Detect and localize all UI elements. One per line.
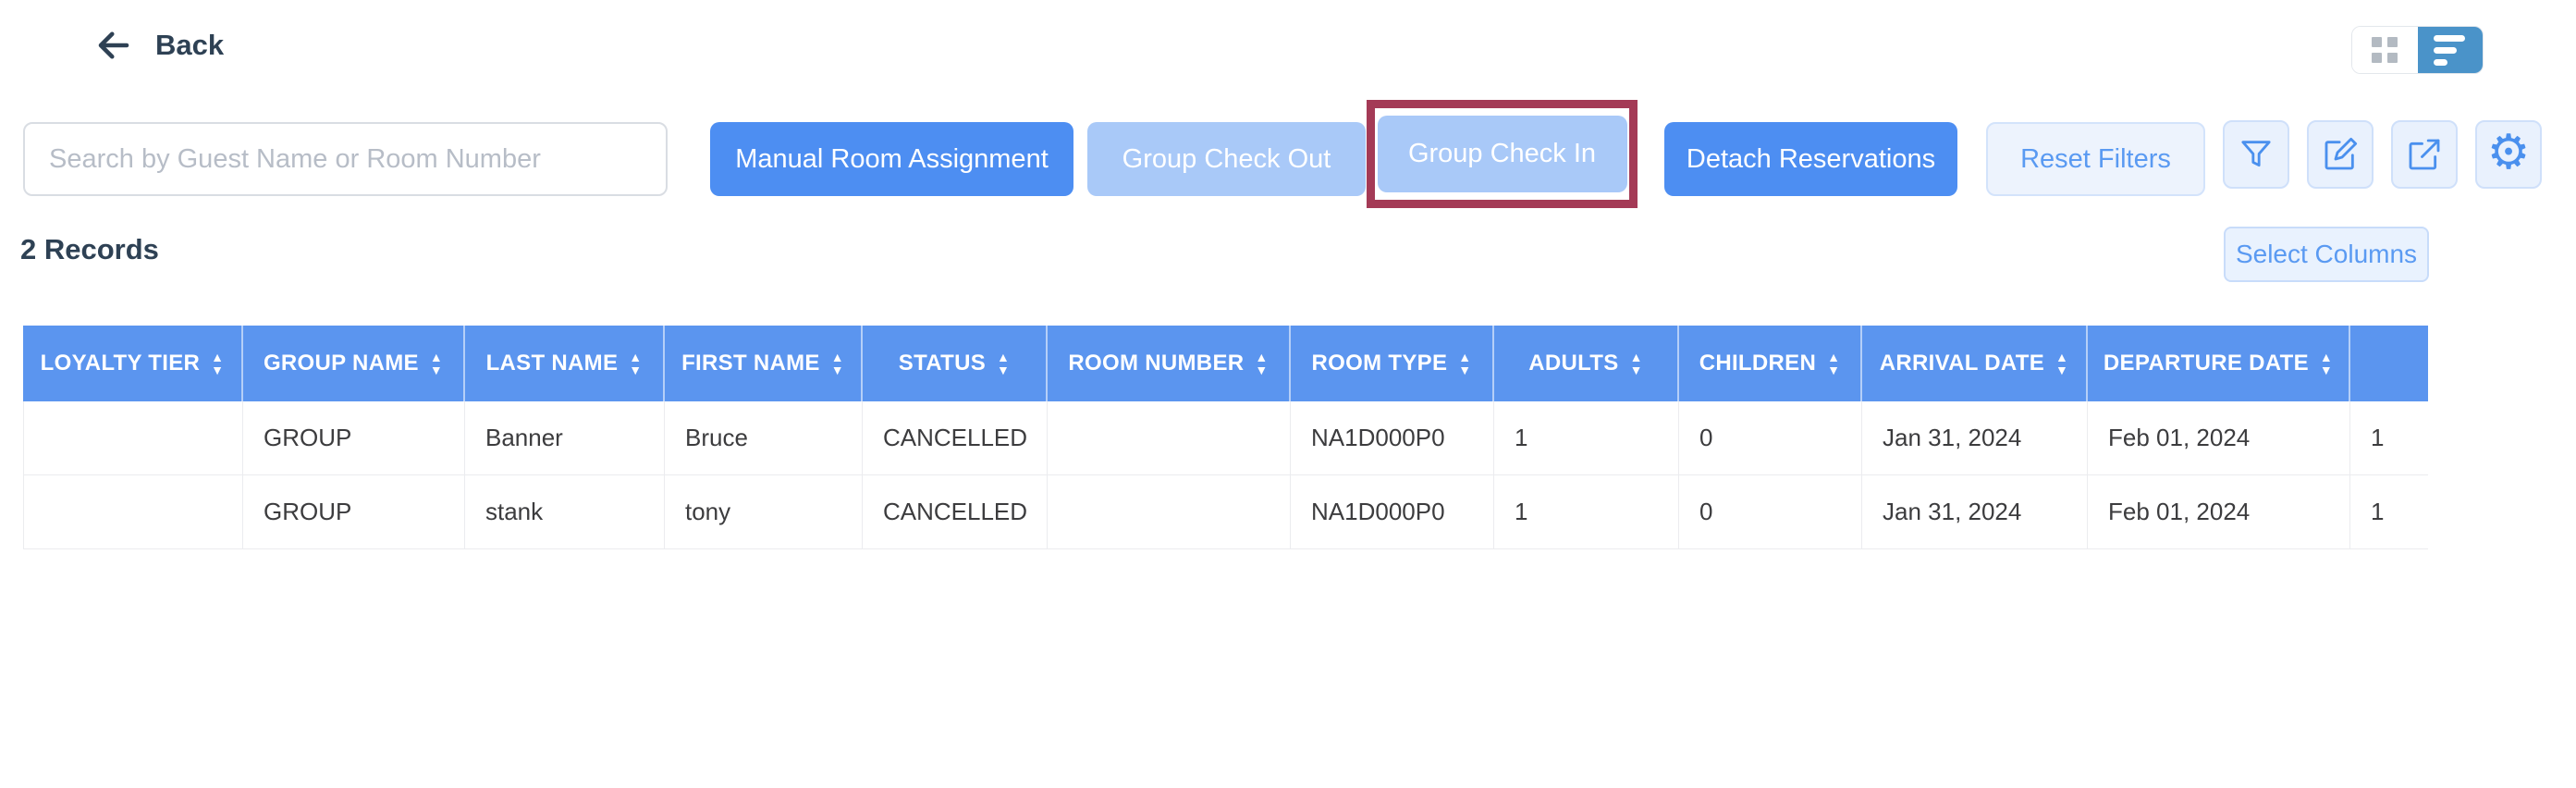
grid-view-button[interactable] [2352,27,2418,73]
column-header-adults[interactable]: ADULTS▲▼ [1494,326,1679,401]
column-header-children[interactable]: CHILDREN▲▼ [1679,326,1862,401]
grid-icon [2372,37,2398,63]
settings-button[interactable]: ⚙ [2475,120,2542,189]
cell-adults: 1 [1494,401,1679,475]
table-row[interactable]: GROUP stank tony CANCELLED NA1D000P0 1 0… [23,475,2428,549]
reset-filters-button[interactable]: Reset Filters [1986,122,2205,196]
sort-icon: ▲▼ [629,351,642,376]
back-arrow-icon [92,26,135,65]
sort-icon: ▲▼ [1458,351,1471,376]
cell-loyalty-tier [23,475,243,549]
reservations-table: LOYALTY TIER▲▼ GROUP NAME▲▼ LAST NAME▲▼ … [23,326,2428,549]
back-label: Back [155,29,224,62]
list-icon [2434,35,2467,66]
sort-icon: ▲▼ [1827,351,1840,376]
column-header-room-type[interactable]: ROOM TYPE▲▼ [1291,326,1494,401]
toolbar-icon-buttons: ⚙ [2223,120,2542,189]
back-button[interactable]: Back [92,26,224,65]
search-input[interactable] [23,122,668,196]
sort-icon: ▲▼ [997,351,1010,376]
column-header-last-name[interactable]: LAST NAME▲▼ [465,326,665,401]
cell-last-name: Banner [465,401,665,475]
column-header-departure-date[interactable]: DEPARTURE DATE▲▼ [2088,326,2350,401]
sort-icon: ▲▼ [831,351,844,376]
column-header-number[interactable]: NUMBER▲▼ [2350,326,2428,401]
cell-first-name: tony [665,475,863,549]
view-toggle [2351,26,2484,74]
list-view-button[interactable] [2418,27,2484,73]
cell-arrival-date: Jan 31, 2024 [1862,475,2088,549]
sort-icon: ▲▼ [430,351,443,376]
cell-arrival-date: Jan 31, 2024 [1862,401,2088,475]
cell-children: 0 [1679,475,1862,549]
open-external-button[interactable] [2391,120,2458,189]
manual-room-assignment-button[interactable]: Manual Room Assignment [710,122,1073,196]
cell-adults: 1 [1494,475,1679,549]
cell-number: 1 [2350,401,2428,475]
sort-icon: ▲▼ [2055,351,2068,376]
records-count: 2 Records [20,233,159,266]
annotation-highlight-box: Group Check In [1367,100,1638,208]
edit-button[interactable] [2307,120,2374,189]
column-header-group-name[interactable]: GROUP NAME▲▼ [243,326,465,401]
table-row[interactable]: GROUP Banner Bruce CANCELLED NA1D000P0 1… [23,401,2428,475]
group-check-in-button[interactable]: Group Check In [1378,116,1627,192]
cell-departure-date: Feb 01, 2024 [2088,401,2350,475]
table-header-row: LOYALTY TIER▲▼ GROUP NAME▲▼ LAST NAME▲▼ … [23,326,2428,401]
cell-group-name: GROUP [243,475,465,549]
cell-number: 1 [2350,475,2428,549]
gear-icon: ⚙ [2487,129,2531,177]
sort-icon: ▲▼ [1255,351,1268,376]
cell-group-name: GROUP [243,401,465,475]
sort-icon: ▲▼ [211,351,224,376]
cell-status: CANCELLED [863,401,1048,475]
column-header-arrival-date[interactable]: ARRIVAL DATE▲▼ [1862,326,2088,401]
cell-room-type: NA1D000P0 [1291,401,1494,475]
cell-status: CANCELLED [863,475,1048,549]
edit-icon [2322,136,2359,173]
detach-reservations-button[interactable]: Detach Reservations [1664,122,1957,196]
cell-children: 0 [1679,401,1862,475]
cell-room-type: NA1D000P0 [1291,475,1494,549]
sort-icon: ▲▼ [1630,351,1643,376]
column-header-status[interactable]: STATUS▲▼ [863,326,1048,401]
select-columns-button[interactable]: Select Columns [2224,227,2429,282]
column-header-loyalty-tier[interactable]: LOYALTY TIER▲▼ [23,326,243,401]
cell-room-number [1048,475,1291,549]
external-link-icon [2406,136,2443,173]
filter-icon [2238,136,2275,173]
cell-departure-date: Feb 01, 2024 [2088,475,2350,549]
cell-loyalty-tier [23,401,243,475]
cell-room-number [1048,401,1291,475]
group-check-out-button[interactable]: Group Check Out [1087,122,1366,196]
cell-first-name: Bruce [665,401,863,475]
column-header-room-number[interactable]: ROOM NUMBER▲▼ [1048,326,1291,401]
filter-button[interactable] [2223,120,2289,189]
cell-last-name: stank [465,475,665,549]
sort-icon: ▲▼ [2320,351,2333,376]
column-header-first-name[interactable]: FIRST NAME▲▼ [665,326,863,401]
